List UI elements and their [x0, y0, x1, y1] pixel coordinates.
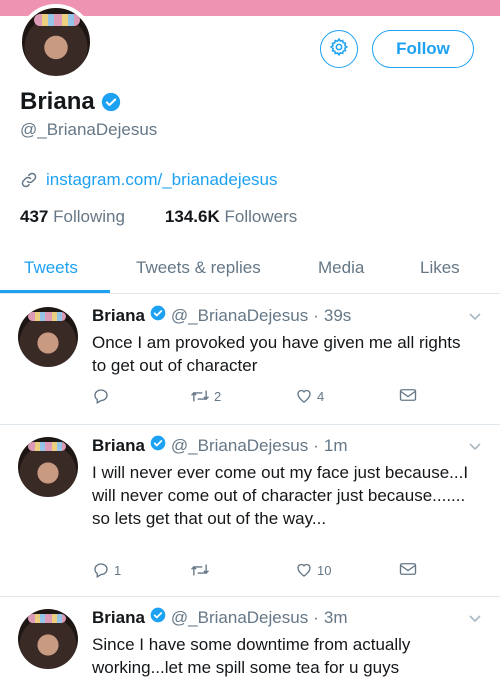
tweet-avatar[interactable]: [18, 437, 78, 497]
envelope-icon: [399, 561, 417, 577]
tweet-author-handle[interactable]: @_BrianaDejesus: [171, 306, 308, 326]
tweet-avatar[interactable]: [18, 307, 78, 367]
tweet-header: Briana @_BrianaDejesus · 1m: [92, 435, 348, 456]
profile-link-text[interactable]: instagram.com/_brianadejesus: [46, 170, 278, 190]
chevron-down-icon[interactable]: [468, 309, 482, 323]
link-icon: [20, 171, 38, 189]
reply-icon: [92, 561, 110, 579]
gear-icon: [329, 37, 349, 62]
verified-badge-icon: [150, 435, 166, 456]
tweet-actions: 2 4: [92, 387, 432, 409]
flower-crown: [28, 614, 66, 623]
tweet-author-handle[interactable]: @_BrianaDejesus: [171, 436, 308, 456]
profile-name-row: Briana: [20, 88, 121, 116]
verified-badge-icon: [150, 305, 166, 326]
retweet-icon: [190, 387, 210, 405]
retweet-button[interactable]: [190, 561, 214, 579]
like-count: 10: [317, 562, 332, 578]
following-label: Following: [53, 207, 125, 226]
tab-tweets-replies[interactable]: Tweets & replies: [136, 258, 261, 278]
settings-button[interactable]: [320, 30, 358, 68]
following-count: 437: [20, 207, 49, 226]
tweet-item[interactable]: Briana @_BrianaDejesus · 3m Since I have…: [0, 597, 500, 685]
like-button[interactable]: 4: [295, 387, 324, 405]
followers-count: 134.6K: [164, 207, 220, 226]
tweet-header: Briana @_BrianaDejesus · 39s: [92, 305, 351, 326]
flower-crown: [34, 14, 80, 26]
active-tab-indicator: [0, 290, 110, 293]
verified-badge-icon: [150, 607, 166, 628]
profile-name: Briana: [20, 88, 95, 115]
tweet-author-handle[interactable]: @_BrianaDejesus: [171, 608, 308, 628]
tweet-item[interactable]: Briana @_BrianaDejesus · 1m I will never…: [0, 425, 500, 597]
reply-button[interactable]: 1: [92, 561, 121, 579]
tweet-separator: ·: [313, 607, 319, 627]
tweet-header: Briana @_BrianaDejesus · 3m: [92, 607, 348, 628]
chevron-down-icon[interactable]: [468, 439, 482, 453]
following-stat[interactable]: 437 Following: [20, 207, 125, 227]
tweet-timestamp[interactable]: 1m: [324, 436, 348, 456]
tweet-text: Since I have some downtime from actually…: [92, 635, 411, 677]
retweet-count: 2: [214, 388, 222, 404]
tweet-author-name[interactable]: Briana: [92, 306, 145, 326]
tweet-text: I will never ever come out my face just …: [92, 463, 469, 528]
followers-stat[interactable]: 134.6K Followers: [165, 207, 297, 227]
heart-icon: [295, 561, 313, 579]
tweet-author-name[interactable]: Briana: [92, 608, 145, 628]
dm-button[interactable]: [399, 387, 417, 403]
follow-button[interactable]: Follow: [372, 30, 474, 68]
profile-avatar[interactable]: [18, 4, 94, 80]
like-count: 4: [317, 388, 325, 404]
tweet-text: Once I am provoked you have given me all…: [92, 333, 461, 375]
tweet-separator: ·: [313, 435, 319, 455]
profile-link[interactable]: instagram.com/_brianadejesus: [20, 170, 278, 190]
flower-crown: [28, 442, 66, 451]
flower-crown: [28, 312, 66, 321]
tweet-timestamp[interactable]: 39s: [324, 306, 351, 326]
verified-badge-icon: [101, 92, 121, 112]
tweet-timestamp[interactable]: 3m: [324, 608, 348, 628]
tab-media[interactable]: Media: [318, 258, 364, 278]
heart-icon: [295, 387, 313, 405]
dm-button[interactable]: [399, 561, 417, 577]
like-button[interactable]: 10: [295, 561, 331, 579]
reply-button[interactable]: [92, 387, 114, 405]
tab-likes[interactable]: Likes: [420, 258, 460, 278]
reply-count: 1: [114, 562, 122, 578]
retweet-icon: [190, 561, 210, 579]
chevron-down-icon[interactable]: [468, 611, 482, 625]
retweet-button[interactable]: 2: [190, 387, 221, 405]
tweet-author-name[interactable]: Briana: [92, 436, 145, 456]
followers-label: Followers: [224, 207, 298, 226]
tweet-avatar[interactable]: [18, 609, 78, 669]
reply-icon: [92, 387, 110, 405]
tab-tweets[interactable]: Tweets: [24, 258, 78, 278]
tweet-item[interactable]: Briana @_BrianaDejesus · 39s Once I am p…: [0, 295, 500, 425]
tweet-actions: 1 10: [92, 561, 432, 583]
profile-stats: 437 Following 134.6K Followers: [20, 207, 297, 227]
tweet-separator: ·: [313, 305, 319, 325]
envelope-icon: [399, 387, 417, 403]
profile-tabs: Tweets Tweets & replies Media Likes: [0, 244, 500, 294]
profile-handle: @_BrianaDejesus: [20, 120, 158, 139]
